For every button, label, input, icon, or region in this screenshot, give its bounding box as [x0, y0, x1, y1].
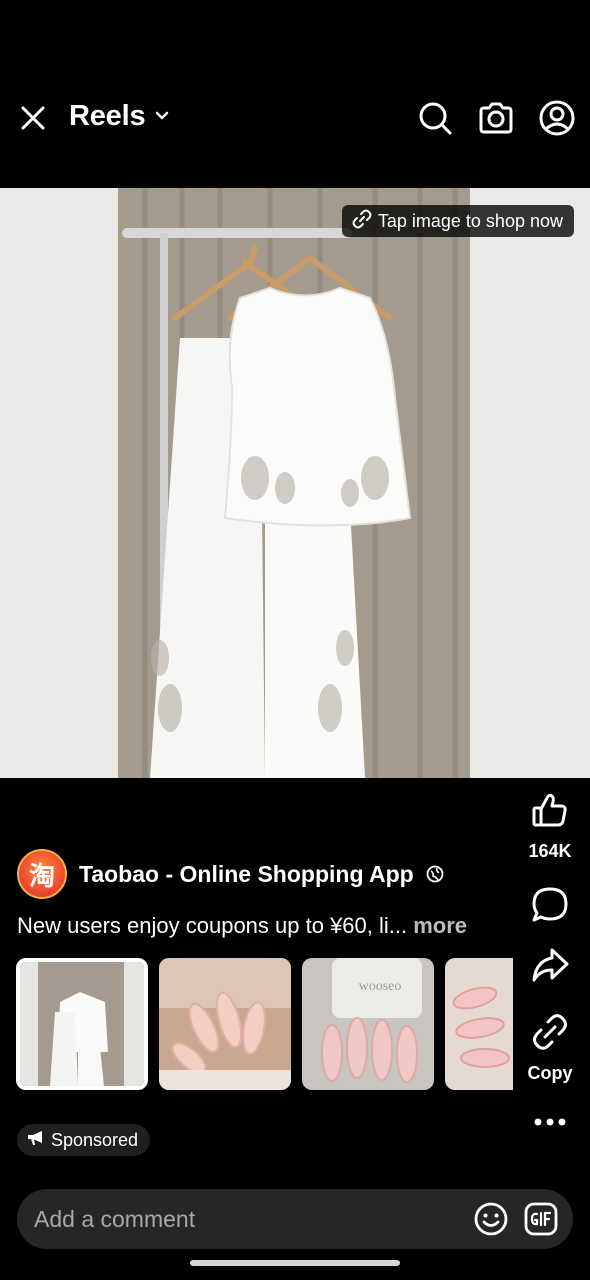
- search-icon[interactable]: [415, 98, 455, 138]
- comment-button[interactable]: [510, 885, 590, 930]
- thumbs-up-icon: [530, 790, 570, 835]
- mug-brand-text: wooseo: [359, 979, 402, 994]
- emoji-icon[interactable]: [473, 1201, 509, 1237]
- megaphone-icon: [27, 1130, 45, 1151]
- author-name[interactable]: Taobao - Online Shopping App: [79, 861, 414, 888]
- comment-input[interactable]: [34, 1205, 459, 1233]
- post-caption[interactable]: New users enjoy coupons up to ¥60, li...…: [17, 913, 507, 939]
- product-thumbnail[interactable]: [16, 958, 148, 1090]
- gif-icon[interactable]: [523, 1201, 559, 1237]
- product-image[interactable]: [0, 188, 590, 778]
- avatar-glyph: 淘: [28, 860, 55, 891]
- product-thumbnail[interactable]: [159, 958, 291, 1090]
- product-carousel[interactable]: wooseo: [16, 958, 513, 1090]
- like-count: 164K: [528, 841, 572, 861]
- close-icon[interactable]: [16, 101, 50, 135]
- reel-media[interactable]: Tap image to shop now: [0, 188, 590, 778]
- link-icon: [352, 209, 372, 234]
- product-thumbnail[interactable]: [445, 958, 513, 1090]
- caption-text: New users enjoy coupons up to ¥60, li...: [17, 913, 408, 938]
- share-arrow-icon: [530, 945, 570, 990]
- copy-label: Copy: [527, 1063, 573, 1083]
- share-button[interactable]: [510, 945, 590, 990]
- more-dots-icon: [532, 1115, 568, 1133]
- shop-now-pill[interactable]: Tap image to shop now: [341, 205, 574, 237]
- reels-title-dropdown[interactable]: Reels: [69, 100, 169, 133]
- camera-icon[interactable]: [476, 98, 516, 138]
- home-indicator[interactable]: [190, 1260, 400, 1266]
- shop-now-label: Tap image to shop now: [377, 210, 563, 231]
- more-options-button[interactable]: [510, 1115, 590, 1133]
- reels-header: Reels: [0, 88, 590, 148]
- link-icon: [530, 1012, 570, 1057]
- post-author[interactable]: 淘 Taobao - Online Shopping App: [17, 849, 444, 899]
- profile-icon[interactable]: [537, 98, 577, 138]
- comment-bubble-icon: [530, 885, 570, 930]
- product-thumbnail[interactable]: wooseo: [302, 958, 434, 1090]
- more-link[interactable]: more: [413, 913, 467, 938]
- chevron-down-icon: [155, 108, 169, 126]
- page-title: Reels: [69, 100, 146, 132]
- sponsored-badge[interactable]: Sponsored: [17, 1124, 151, 1156]
- like-button[interactable]: 164K: [510, 790, 590, 862]
- copy-link-button[interactable]: Copy: [510, 1012, 590, 1084]
- sponsored-label: Sponsored: [51, 1129, 139, 1150]
- globe-icon: [426, 865, 444, 883]
- comment-bar: [17, 1189, 573, 1249]
- avatar[interactable]: 淘: [17, 849, 67, 899]
